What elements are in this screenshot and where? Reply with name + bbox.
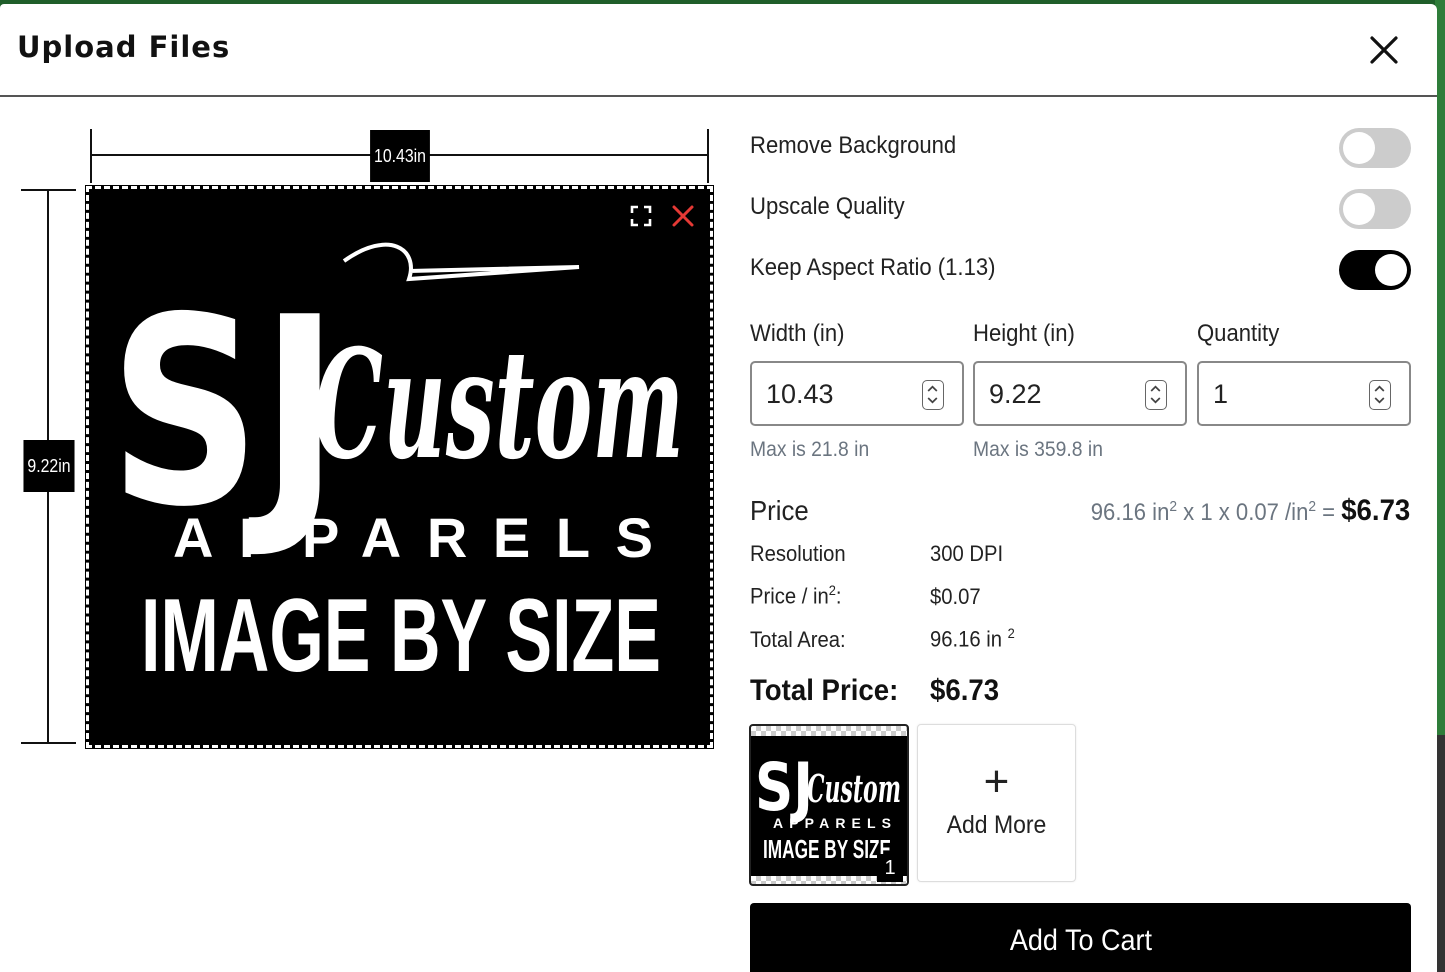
- width-label: Width (in): [750, 320, 845, 347]
- formula-total: $6.73: [1340, 494, 1410, 527]
- remove-image-icon[interactable]: [670, 203, 696, 229]
- width-max-hint: Max is 21.8 in: [750, 438, 870, 461]
- thumb-line-apparels: APPARELS: [773, 815, 891, 831]
- remove-background-label: Remove Background: [750, 132, 957, 159]
- stepper-arrows-icon: [927, 385, 938, 404]
- width-field: [750, 361, 964, 426]
- resolution-label: Resolution: [750, 541, 846, 566]
- quantity-stepper[interactable]: [1369, 380, 1391, 410]
- width-stepper[interactable]: [922, 380, 944, 410]
- artwork-canvas[interactable]: SJ Custom APPARELS IMAGE BY SIZE: [85, 185, 714, 749]
- total-price-value: $6.73: [930, 674, 1000, 707]
- modal-header: Upload Files: [0, 4, 1437, 97]
- fullscreen-icon[interactable]: [628, 203, 654, 229]
- height-dimension-label: 9.22in: [23, 440, 75, 492]
- height-input[interactable]: [989, 375, 1139, 413]
- add-more-label: Add More: [946, 811, 1047, 839]
- close-icon: [1370, 36, 1398, 64]
- formula-area-sup: 2: [1169, 498, 1177, 515]
- thumb-line-image-by-size: IMAGE BY SIZE: [763, 834, 891, 864]
- thumbnail-count: 1: [877, 854, 903, 882]
- height-stepper[interactable]: [1145, 380, 1167, 410]
- resolution-value: 300 DPI: [930, 541, 1004, 566]
- price-per-text: Price / in: [750, 583, 829, 609]
- quantity-field: [1197, 361, 1411, 426]
- upscale-quality-label: Upscale Quality: [750, 193, 905, 220]
- formula-eq: =: [1315, 499, 1341, 526]
- height-label: Height (in): [973, 320, 1075, 347]
- artwork-line-custom: Custom: [314, 317, 684, 493]
- price-per-value: $0.07: [930, 584, 981, 609]
- width-input[interactable]: [766, 375, 916, 413]
- total-area-text: 96.16 in: [930, 626, 1008, 652]
- stepper-arrows-icon: [1374, 385, 1385, 404]
- width-dimension-label: 10.43in: [370, 130, 430, 182]
- height-field: [973, 361, 1187, 426]
- close-button[interactable]: [1366, 32, 1402, 68]
- height-max-hint: Max is 359.8 in: [973, 438, 1103, 461]
- remove-background-toggle[interactable]: [1339, 128, 1411, 168]
- keep-aspect-ratio-label: Keep Aspect Ratio (1.13): [750, 254, 996, 281]
- add-more-button[interactable]: + Add More: [917, 724, 1076, 882]
- total-area-sup: 2: [1007, 625, 1015, 641]
- upload-modal: Upload Files 10.43in 9.22in SJ Custom AP…: [0, 4, 1437, 972]
- total-area-value: 96.16 in 2: [930, 625, 1015, 652]
- file-thumbnail[interactable]: SJ Custom APPARELS IMAGE BY SIZE 1: [749, 724, 909, 886]
- keep-aspect-ratio-toggle[interactable]: [1339, 250, 1411, 290]
- total-price-label: Total Price:: [750, 674, 899, 707]
- price-formula: 96.16 in2 x 1 x 0.07 /in2 = $6.73: [1091, 494, 1410, 528]
- price-heading: Price: [750, 495, 809, 526]
- quantity-input[interactable]: [1213, 375, 1363, 413]
- upscale-quality-toggle[interactable]: [1339, 189, 1411, 229]
- price-per-label: Price / in2:: [750, 582, 842, 609]
- formula-area: 96.16 in: [1090, 499, 1170, 526]
- add-to-cart-button[interactable]: Add To Cart: [750, 903, 1411, 972]
- add-to-cart-label: Add To Cart: [1009, 923, 1152, 957]
- stepper-arrows-icon: [1150, 385, 1161, 404]
- thumb-line-custom: Custom: [807, 766, 901, 811]
- total-area-label: Total Area:: [750, 627, 846, 652]
- artwork-image: SJ Custom APPARELS IMAGE BY SIZE: [109, 242, 684, 694]
- formula-mid: x 1 x 0.07 /in: [1176, 499, 1309, 526]
- modal-title: Upload Files: [17, 30, 231, 64]
- plus-icon: +: [983, 757, 1010, 806]
- price-per-colon: :: [835, 583, 842, 609]
- artwork-line-image-by-size: IMAGE BY SIZE: [141, 578, 661, 694]
- artwork-line-apparels: APPARELS: [173, 506, 653, 569]
- quantity-label: Quantity: [1197, 320, 1280, 347]
- formula-rate-sup: 2: [1308, 498, 1316, 515]
